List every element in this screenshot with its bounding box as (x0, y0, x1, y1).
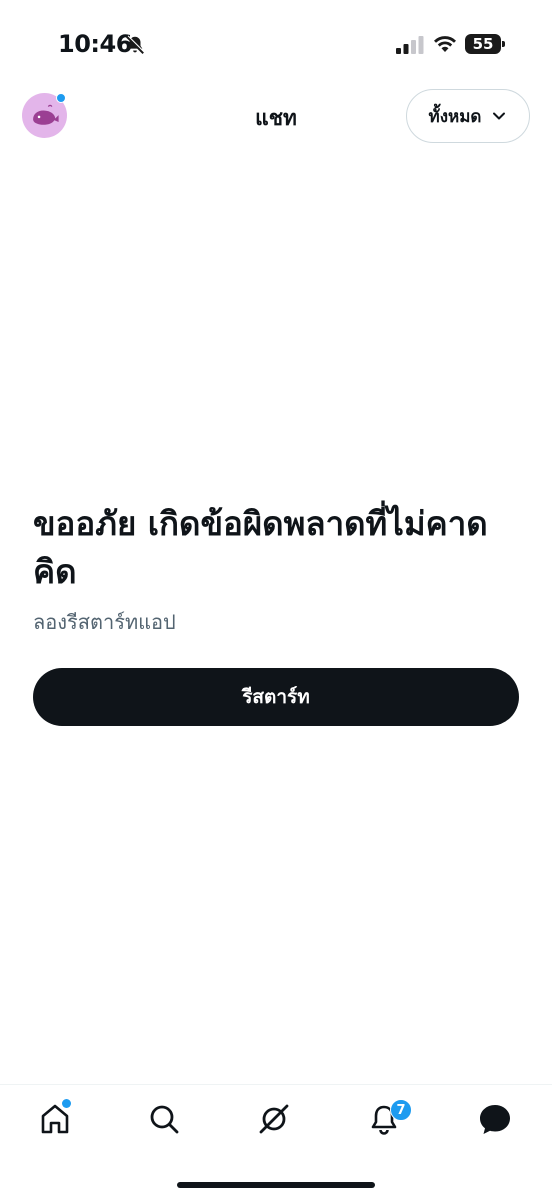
bell-off-icon (124, 34, 146, 56)
error-title: ขออภัย เกิดข้อผิดพลาดที่ไม่คาดคิด (33, 504, 488, 591)
cellular-signal-icon (396, 36, 424, 54)
chat-page: 10:46 55 แชท ทั้งหมด ขออภัย เกิดข้อผิดพล… (0, 0, 552, 1200)
error-subtitle: ลองรีสตาร์ทแอป (33, 610, 176, 634)
wifi-icon (432, 34, 458, 54)
nav-search[interactable] (146, 1101, 182, 1137)
chevron-down-icon (493, 112, 506, 120)
messages-icon (480, 1105, 510, 1134)
search-icon (150, 1105, 179, 1134)
restart-button-label: รีสตาร์ท (242, 686, 310, 708)
filter-dropdown-button[interactable]: ทั้งหมด (406, 89, 530, 143)
status-time: 10:46 (58, 30, 132, 58)
grok-icon (259, 1104, 289, 1134)
home-indicator (177, 1182, 375, 1188)
home-notification-dot (62, 1099, 71, 1108)
nav-messages[interactable] (477, 1101, 513, 1137)
status-bar: 10:46 55 (0, 0, 552, 90)
battery-icon: 55 (465, 34, 505, 54)
notification-count-badge: 7 (390, 1099, 412, 1121)
restart-button[interactable]: รีสตาร์ท (33, 668, 519, 726)
filter-label: ทั้งหมด (428, 106, 482, 127)
nav-grok[interactable] (256, 1101, 292, 1137)
